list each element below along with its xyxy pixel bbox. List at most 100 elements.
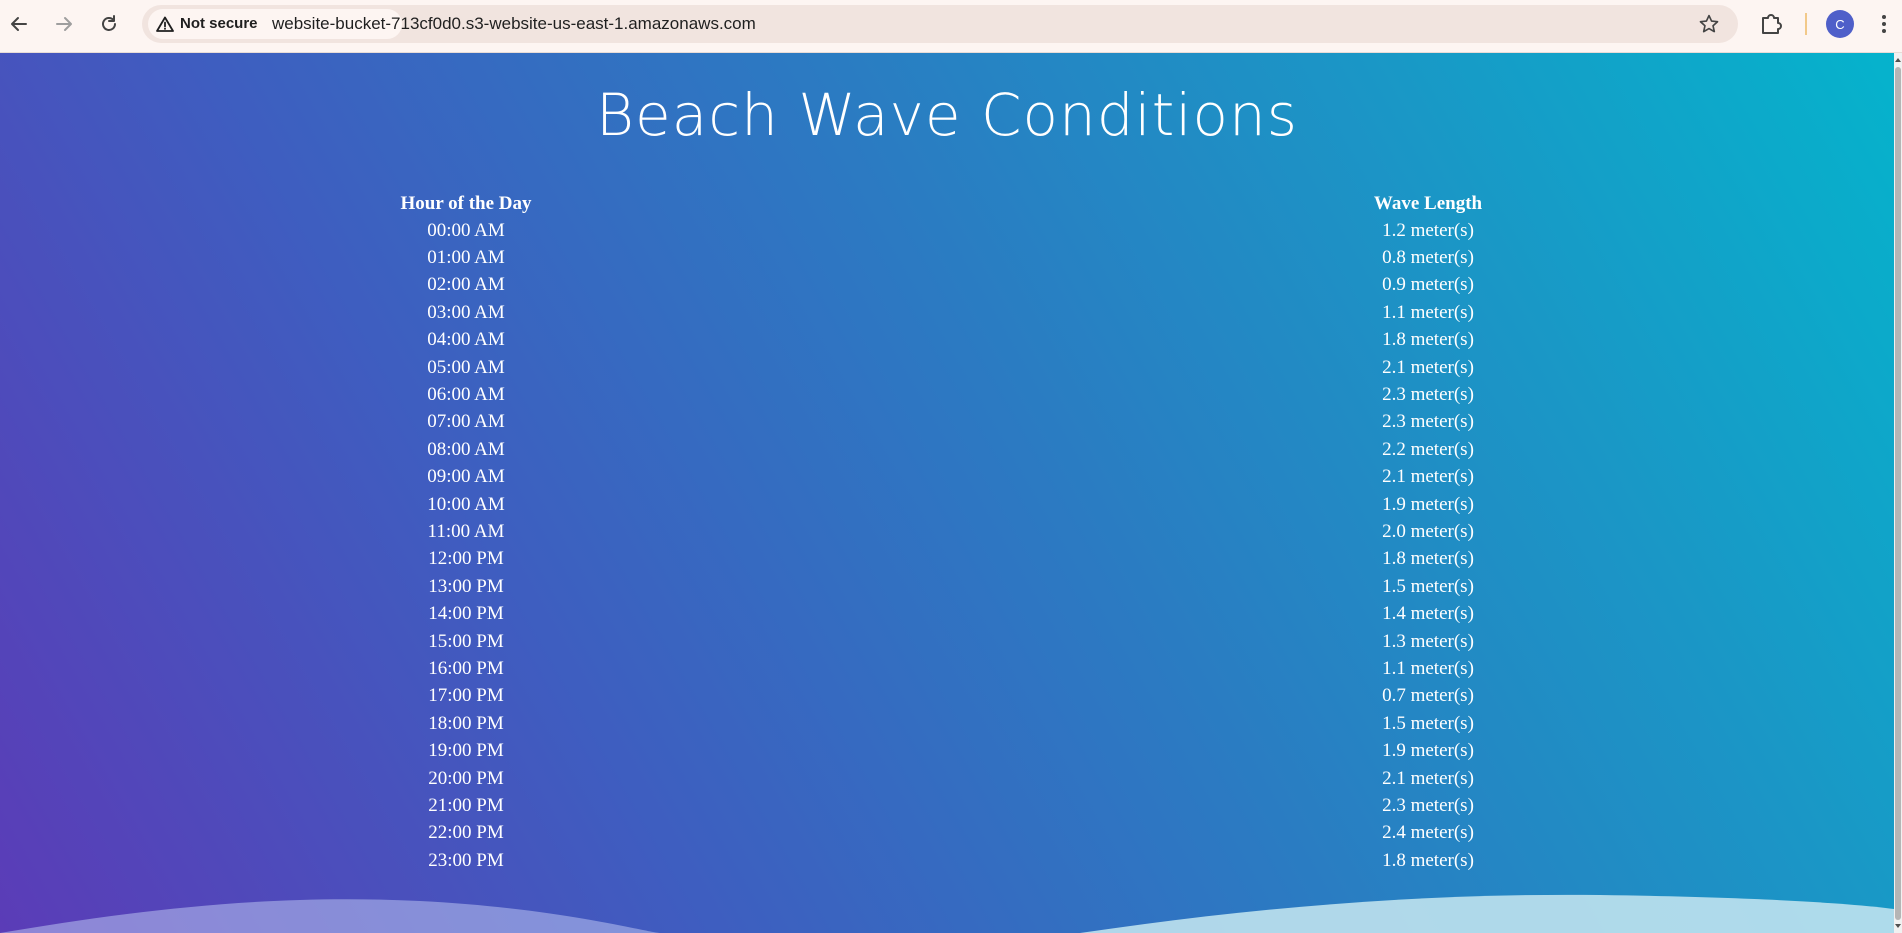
hour-cell: 22:00 PM (428, 822, 504, 844)
table-row: 20:00 PM 2.1 meter(s) (391, 765, 1503, 792)
table-body: 00:00 AM 1.2 meter(s) 01:00 AM 0.8 meter(s)… (391, 217, 1503, 874)
address-bar[interactable]: Not secure website-bucket-713cf0d0.s3-we… (142, 5, 1738, 43)
table-row: 22:00 PM 2.4 meter(s) (391, 820, 1503, 847)
wave-length-cell: 1.2 meter(s) (1382, 219, 1474, 241)
hour-cell: 04:00 AM (427, 329, 505, 351)
table-row: 08:00 AM 2.2 meter(s) (391, 436, 1503, 463)
url-text[interactable]: website-bucket-713cf0d0.s3-website-us-ea… (272, 14, 756, 34)
page-scrollbar[interactable] (1894, 53, 1902, 933)
table-row: 15:00 PM 1.3 meter(s) (391, 628, 1503, 655)
hour-cell: 06:00 AM (427, 384, 505, 406)
hour-cell: 21:00 PM (428, 794, 504, 816)
table-row: 19:00 PM 1.9 meter(s) (391, 737, 1503, 764)
wave-length-cell: 2.2 meter(s) (1382, 438, 1474, 460)
wave-length-cell: 0.9 meter(s) (1382, 274, 1474, 296)
wave-length-cell: 2.3 meter(s) (1382, 384, 1474, 406)
browser-toolbar: Not secure website-bucket-713cf0d0.s3-we… (0, 0, 1902, 53)
table-row: 12:00 PM 1.8 meter(s) (391, 546, 1503, 573)
wave-length-cell: 2.1 meter(s) (1382, 356, 1474, 378)
profile-avatar[interactable]: C (1826, 10, 1854, 38)
hour-cell: 19:00 PM (428, 740, 504, 762)
table-row: 23:00 PM 1.8 meter(s) (391, 847, 1503, 874)
hour-cell: 23:00 PM (428, 849, 504, 871)
wave-length-cell: 1.8 meter(s) (1382, 849, 1474, 871)
table-row: 18:00 PM 1.5 meter(s) (391, 710, 1503, 737)
toolbar-divider (1805, 13, 1807, 35)
table-row: 17:00 PM 0.7 meter(s) (391, 683, 1503, 710)
hour-cell: 16:00 PM (428, 657, 504, 679)
wave-length-cell: 0.8 meter(s) (1382, 247, 1474, 269)
arrow-left-icon (11, 17, 27, 31)
reload-icon (102, 15, 116, 31)
hour-cell: 02:00 AM (427, 274, 505, 296)
hour-cell: 07:00 AM (427, 411, 505, 433)
hour-cell: 11:00 AM (427, 520, 505, 542)
hour-cell: 17:00 PM (428, 685, 504, 707)
hour-cell: 00:00 AM (427, 219, 505, 241)
wave-decoration (0, 894, 1894, 933)
wave-length-cell: 1.8 meter(s) (1382, 329, 1474, 351)
column-header-wave-length: Wave Length (1373, 192, 1483, 214)
star-icon[interactable] (1698, 13, 1720, 35)
hour-cell: 18:00 PM (428, 712, 504, 734)
reload-button[interactable] (93, 8, 125, 40)
wave-length-cell: 1.9 meter(s) (1382, 493, 1474, 515)
hour-cell: 13:00 PM (428, 575, 504, 597)
three-dots-vertical-icon[interactable] (1870, 10, 1898, 38)
hour-cell: 01:00 AM (427, 247, 505, 269)
scroll-up-arrow-icon[interactable] (1894, 55, 1902, 65)
table-row: 04:00 AM 1.8 meter(s) (391, 327, 1503, 354)
table-header-row: Hour of the Day Wave Length (391, 190, 1503, 217)
wave-length-cell: 1.1 meter(s) (1382, 301, 1474, 323)
wave-length-cell: 1.3 meter(s) (1382, 630, 1474, 652)
table-row: 21:00 PM 2.3 meter(s) (391, 792, 1503, 819)
hour-cell: 09:00 AM (427, 466, 505, 488)
wave-length-cell: 1.4 meter(s) (1382, 603, 1474, 625)
hour-cell: 20:00 PM (428, 767, 504, 789)
hour-cell: 08:00 AM (427, 438, 505, 460)
puzzle-piece-icon[interactable] (1757, 10, 1785, 38)
wave-length-cell: 2.4 meter(s) (1382, 822, 1474, 844)
hour-cell: 10:00 AM (427, 493, 505, 515)
table-row: 13:00 PM 1.5 meter(s) (391, 573, 1503, 600)
forward-button[interactable] (48, 8, 80, 40)
wave-length-cell: 0.7 meter(s) (1382, 685, 1474, 707)
table-row: 00:00 AM 1.2 meter(s) (391, 217, 1503, 244)
scrollbar-thumb[interactable] (1895, 67, 1901, 920)
wave-length-cell: 2.1 meter(s) (1382, 466, 1474, 488)
wave-length-cell: 1.5 meter(s) (1382, 575, 1474, 597)
table-row: 05:00 AM 2.1 meter(s) (391, 354, 1503, 381)
hour-cell: 15:00 PM (428, 630, 504, 652)
wave-length-cell: 2.3 meter(s) (1382, 411, 1474, 433)
table-row: 06:00 AM 2.3 meter(s) (391, 381, 1503, 408)
warning-triangle-icon (156, 16, 174, 32)
wave-length-cell: 1.1 meter(s) (1382, 657, 1474, 679)
wave-length-cell: 1.9 meter(s) (1382, 740, 1474, 762)
hour-cell: 03:00 AM (427, 301, 505, 323)
wave-length-cell: 1.5 meter(s) (1382, 712, 1474, 734)
wave-length-cell: 2.0 meter(s) (1382, 520, 1474, 542)
table-row: 16:00 PM 1.1 meter(s) (391, 655, 1503, 682)
table-row: 10:00 AM 1.9 meter(s) (391, 491, 1503, 518)
table-row: 02:00 AM 0.9 meter(s) (391, 272, 1503, 299)
wave-length-cell: 2.3 meter(s) (1382, 794, 1474, 816)
hour-cell: 05:00 AM (427, 356, 505, 378)
table-row: 09:00 AM 2.1 meter(s) (391, 464, 1503, 491)
scroll-down-arrow-icon[interactable] (1894, 921, 1902, 931)
table-row: 11:00 AM 2.0 meter(s) (391, 518, 1503, 545)
table-row: 01:00 AM 0.8 meter(s) (391, 244, 1503, 271)
wave-conditions-table: Hour of the Day Wave Length 00:00 AM 1.2 … (391, 190, 1503, 874)
page-content: Beach Wave Conditions Hour of the Day Wa… (0, 53, 1894, 933)
page-title: Beach Wave Conditions (596, 81, 1298, 149)
table-row: 03:00 AM 1.1 meter(s) (391, 299, 1503, 326)
hour-cell: 14:00 PM (428, 603, 504, 625)
hour-cell: 12:00 PM (428, 548, 504, 570)
security-label: Not secure (180, 15, 258, 32)
arrow-right-icon (56, 17, 72, 31)
column-header-hour: Hour of the Day (400, 192, 532, 214)
wave-length-cell: 2.1 meter(s) (1382, 767, 1474, 789)
table-row: 14:00 PM 1.4 meter(s) (391, 600, 1503, 627)
back-button[interactable] (3, 8, 35, 40)
table-row: 07:00 AM 2.3 meter(s) (391, 409, 1503, 436)
wave-length-cell: 1.8 meter(s) (1382, 548, 1474, 570)
